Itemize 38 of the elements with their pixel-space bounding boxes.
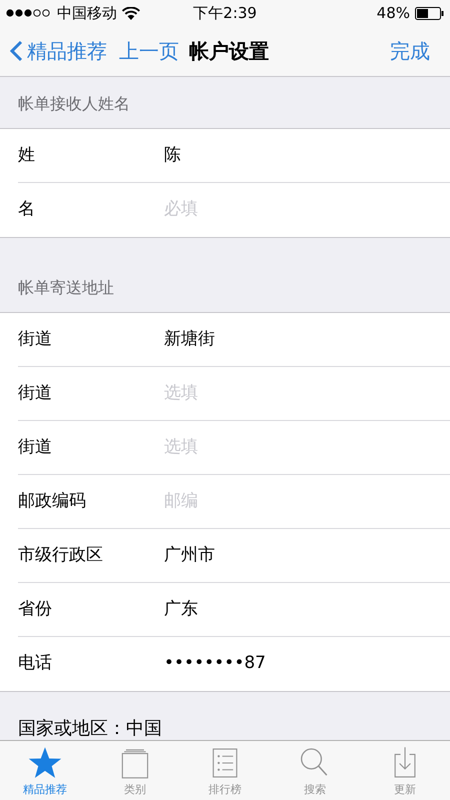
carrier-name: 中国移动 <box>57 2 117 24</box>
input-field[interactable]: 新塘街 <box>164 326 440 352</box>
input-field[interactable]: 必填 <box>164 197 440 223</box>
input-field[interactable]: 选填 <box>164 380 440 406</box>
input-field[interactable]: ••••••••87 <box>164 651 440 677</box>
field-label: 街道 <box>18 436 53 459</box>
tab-item[interactable]: 搜索 <box>270 741 360 800</box>
battery-icon <box>415 6 444 20</box>
tab-item[interactable]: 精品推荐 <box>0 741 90 800</box>
country-region-text: 国家或地区：中国 <box>18 717 162 740</box>
input-field[interactable]: 广州市 <box>164 542 440 568</box>
tab-item[interactable]: 排行榜 <box>180 741 270 800</box>
field-label: 电话 <box>18 652 53 676</box>
field-label: 省份 <box>18 598 53 621</box>
section-header: 帐单接收人姓名 <box>18 93 130 115</box>
previous-page-button[interactable]: 上一页 <box>119 36 179 66</box>
signal-icon <box>6 8 52 18</box>
tab-item[interactable]: 类别 <box>90 741 180 800</box>
back-chevron-icon <box>10 40 23 62</box>
field-label: 市级行政区 <box>18 544 104 567</box>
field-label: 街道 <box>18 328 53 351</box>
battery-percent: 48% <box>376 2 410 24</box>
field-label: 名 <box>18 198 36 222</box>
status-time: 下午2:39 <box>193 2 257 24</box>
section-header: 帐单寄送地址 <box>18 277 114 299</box>
input-field[interactable]: 选填 <box>164 434 440 460</box>
tab-item[interactable]: 更新 <box>360 741 450 800</box>
input-field[interactable]: 广东 <box>164 596 440 622</box>
star-icon <box>27 746 63 780</box>
input-field[interactable]: 陈 <box>164 142 440 168</box>
field-label: 姓 <box>18 144 36 167</box>
done-button[interactable]: 完成 <box>390 36 430 66</box>
back-button[interactable]: 精品推荐 <box>10 36 107 66</box>
field-label: 街道 <box>18 382 53 405</box>
nav-title: 帐户设置 <box>189 38 269 65</box>
wifi-icon <box>122 6 140 20</box>
input-field[interactable]: 邮编 <box>164 488 440 514</box>
field-label: 邮政编码 <box>18 490 87 513</box>
